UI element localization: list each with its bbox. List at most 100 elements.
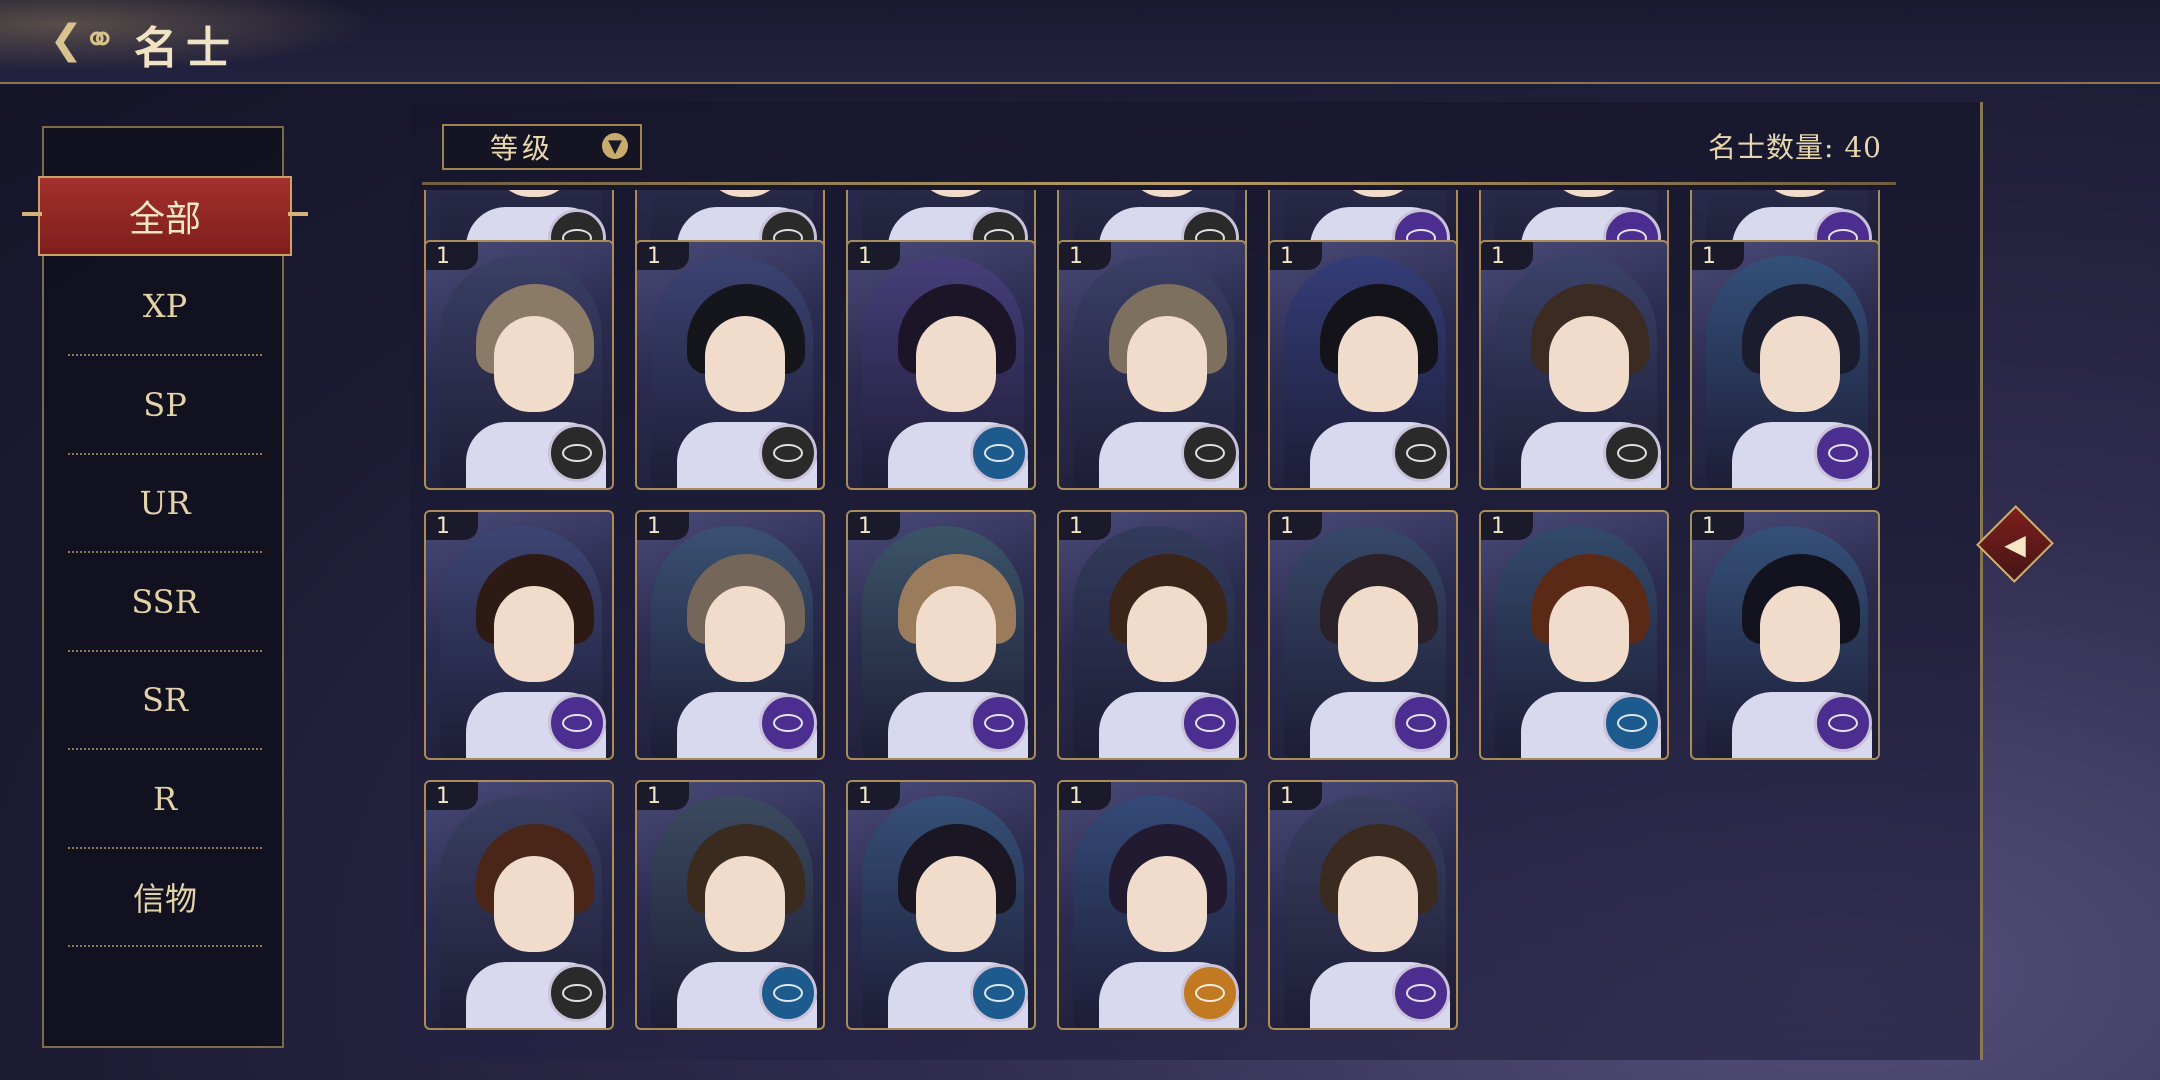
element-purple-icon — [759, 694, 817, 752]
character-card[interactable]: 1 — [424, 780, 614, 1030]
element-ring — [984, 984, 1014, 1002]
portrait-face — [1549, 586, 1629, 682]
element-ring — [1828, 444, 1858, 462]
portrait-face — [494, 316, 574, 412]
category-item[interactable]: SP — [68, 357, 262, 455]
level-badge: 1 — [1059, 242, 1111, 270]
level-badge: 1 — [1692, 242, 1744, 270]
portrait-face — [494, 586, 574, 682]
portrait-face — [1760, 316, 1840, 412]
element-ring — [773, 714, 803, 732]
element-ring — [1828, 714, 1858, 732]
portrait-face — [1760, 586, 1840, 682]
element-ring — [1195, 714, 1225, 732]
category-item[interactable]: SSR — [68, 554, 262, 652]
chevron-down-icon: ▼ — [602, 133, 628, 159]
level-badge: 1 — [1059, 782, 1111, 810]
element-purple-icon — [1814, 694, 1872, 752]
element-purple-icon — [1392, 964, 1450, 1022]
level-badge: 1 — [637, 242, 689, 270]
sort-dropdown[interactable]: 等级 ▼ — [442, 124, 642, 170]
portrait-face — [1760, 190, 1840, 197]
element-ring — [773, 444, 803, 462]
level-badge: 1 — [1481, 242, 1533, 270]
category-item[interactable]: UR — [68, 455, 262, 553]
portrait-face — [705, 190, 785, 197]
level-badge: 1 — [1481, 512, 1533, 540]
character-card[interactable]: 1 — [846, 780, 1036, 1030]
element-ring — [1406, 984, 1436, 1002]
portrait-face — [1338, 856, 1418, 952]
element-gold-icon — [548, 964, 606, 1022]
element-blue-icon — [759, 964, 817, 1022]
character-card[interactable]: 1 — [635, 510, 825, 760]
category-panel: 全部 XP SP UR SSR SR R 信物 — [22, 126, 308, 1048]
element-ring — [562, 444, 592, 462]
element-gold-icon — [548, 424, 606, 482]
portrait-face — [705, 316, 785, 412]
divider — [422, 182, 1896, 185]
portrait-face — [1127, 856, 1207, 952]
element-ring — [1195, 444, 1225, 462]
character-card[interactable]: 1 — [1268, 510, 1458, 760]
level-badge: 1 — [426, 782, 478, 810]
character-card[interactable]: 1 — [635, 240, 825, 490]
element-purple-icon — [1181, 694, 1239, 752]
portrait-face — [494, 190, 574, 197]
portrait-face — [1338, 190, 1418, 197]
portrait-face — [916, 586, 996, 682]
top-bar: ❮⚭ 名士 — [0, 0, 2160, 84]
level-badge: 1 — [1692, 512, 1744, 540]
level-badge: 1 — [637, 512, 689, 540]
element-ring — [984, 444, 1014, 462]
sort-label: 等级 — [490, 132, 555, 165]
level-badge: 1 — [848, 512, 900, 540]
level-badge: 1 — [848, 782, 900, 810]
character-card[interactable]: 1 — [1479, 510, 1669, 760]
page-title: 名士 — [134, 23, 238, 74]
character-count: 名士数量: 40 — [1708, 131, 1882, 164]
level-badge: 1 — [426, 242, 478, 270]
character-card[interactable]: 1 — [846, 510, 1036, 760]
category-item[interactable]: 全部 — [22, 176, 308, 256]
character-card[interactable]: 1 — [1690, 510, 1880, 760]
element-orange-icon — [1181, 964, 1239, 1022]
category-item[interactable]: SR — [68, 652, 262, 750]
character-card[interactable]: 1 — [424, 240, 614, 490]
character-card[interactable]: 1 — [1690, 240, 1880, 490]
character-card[interactable]: 1 — [1057, 780, 1247, 1030]
portrait-face — [705, 586, 785, 682]
character-card[interactable]: 1 — [1268, 780, 1458, 1030]
character-card[interactable]: 1 — [635, 780, 825, 1030]
element-ring — [1406, 714, 1436, 732]
category-item[interactable]: 信物 — [68, 849, 262, 947]
portrait-face — [1549, 190, 1629, 197]
character-card[interactable]: 1 — [1057, 510, 1247, 760]
character-card[interactable]: 1 — [1057, 240, 1247, 490]
level-badge: 1 — [426, 512, 478, 540]
character-card[interactable]: 1 — [1268, 240, 1458, 490]
side-panel-toggle[interactable]: ◀ — [1976, 496, 2054, 592]
element-ring — [984, 714, 1014, 732]
cloud-back-icon[interactable]: ❮⚭ — [40, 17, 126, 63]
element-purple-icon — [548, 694, 606, 752]
portrait-face — [916, 856, 996, 952]
element-ring — [562, 984, 592, 1002]
portrait-face — [1549, 316, 1629, 412]
category-item[interactable]: R — [68, 751, 262, 849]
level-badge: 1 — [1270, 512, 1322, 540]
portrait-face — [1127, 586, 1207, 682]
character-card[interactable]: 1 — [846, 240, 1036, 490]
category-item[interactable]: XP — [68, 258, 262, 356]
character-card[interactable]: 1 — [424, 510, 614, 760]
element-purple-icon — [970, 694, 1028, 752]
element-gold-icon — [1392, 424, 1450, 482]
portrait-face — [916, 190, 996, 197]
portrait-face — [1338, 316, 1418, 412]
portrait-face — [494, 856, 574, 952]
character-card[interactable]: 1 — [1479, 240, 1669, 490]
element-purple-icon — [1814, 424, 1872, 482]
element-ring — [562, 714, 592, 732]
element-ring — [1617, 444, 1647, 462]
element-blue-icon — [1603, 694, 1661, 752]
